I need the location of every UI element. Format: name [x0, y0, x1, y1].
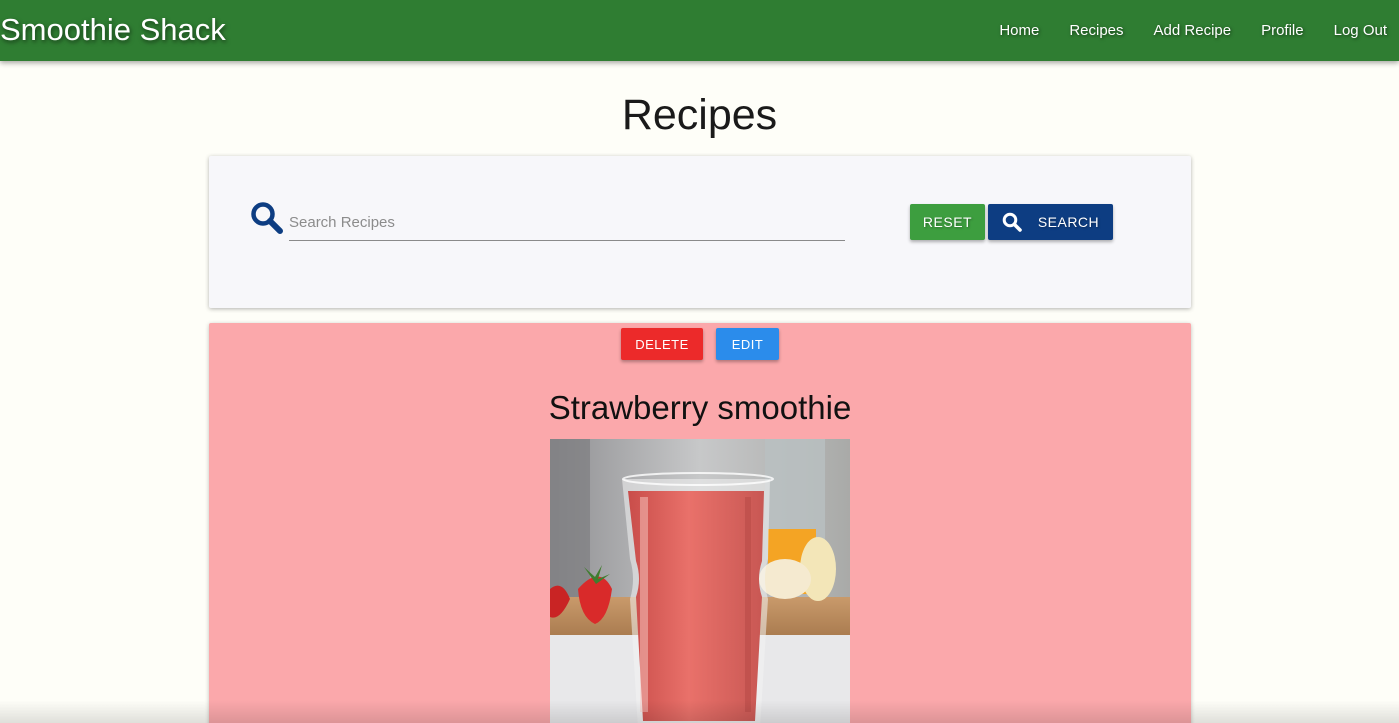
delete-button[interactable]: DELETE	[621, 328, 703, 360]
recipe-card: DELETE EDIT Strawberry smoothie	[209, 323, 1191, 723]
navbar: Smoothie Shack Home Recipes Add Recipe P…	[0, 0, 1399, 61]
recipe-image	[550, 439, 850, 723]
nav-link-log-out[interactable]: Log Out	[1316, 22, 1399, 39]
nav-link-profile[interactable]: Profile	[1243, 22, 1316, 39]
delete-button-label: DELETE	[635, 336, 689, 352]
search-button[interactable]: SEARCH	[988, 204, 1113, 240]
nav-link-add-recipe[interactable]: Add Recipe	[1136, 22, 1244, 39]
recipe-title: Strawberry smoothie	[548, 389, 852, 426]
nav-link-recipes[interactable]: Recipes	[1051, 22, 1135, 39]
search-button-label: SEARCH	[1037, 214, 1100, 230]
brand-logo[interactable]: Smoothie Shack	[0, 11, 226, 49]
nav-link-home[interactable]: Home	[981, 22, 1051, 39]
search-button-icon	[1002, 212, 1022, 232]
search-card: RESET SEARCH	[209, 156, 1191, 308]
search-input[interactable]	[289, 205, 845, 241]
reset-button-label: RESET	[922, 214, 973, 230]
search-icon	[250, 201, 284, 235]
reset-button[interactable]: RESET	[910, 204, 985, 240]
page-title: Recipes	[621, 91, 778, 139]
edit-button-label: EDIT	[731, 336, 764, 352]
nav-links: Home Recipes Add Recipe Profile Log Out	[981, 0, 1399, 61]
edit-button[interactable]: EDIT	[716, 328, 779, 360]
